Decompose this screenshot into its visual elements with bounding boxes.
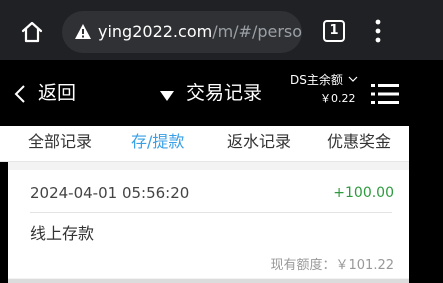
record-balance: 现有额度：￥101.22 [270, 258, 395, 273]
page: ying2022.com/m/#/person 1 返回 交易记录 DS主余额 … [0, 0, 443, 283]
balance-label[interactable]: DS主余额 [290, 73, 343, 88]
home-icon[interactable] [20, 20, 44, 44]
divider [8, 279, 409, 283]
tab-switcher-button[interactable]: 1 [323, 20, 345, 42]
divider [30, 212, 392, 213]
menu-icon[interactable] [371, 82, 399, 106]
url-text[interactable]: ying2022.com/m/#/person [98, 22, 302, 42]
tab-deposit-withdrawal[interactable]: 存/提款 [131, 126, 184, 162]
chevron-left-icon[interactable] [14, 84, 26, 104]
page-edge [409, 126, 443, 283]
balance-amount: ￥0.22 [320, 92, 356, 105]
record-amount: +100.00 [333, 185, 394, 201]
record-type: 线上存款 [30, 224, 95, 243]
browser-toolbar: ying2022.com/m/#/person 1 [0, 0, 443, 60]
page-title[interactable]: 交易记录 [186, 81, 262, 105]
tab-rebate-records[interactable]: 返水记录 [227, 126, 291, 162]
list-item[interactable]: 2024-04-01 05:56:20 +100.00 线上存款 现有额度：￥1… [8, 170, 409, 278]
url-path: /m/#/person [212, 22, 302, 41]
record-time: 2024-04-01 05:56:20 [30, 184, 190, 202]
url-host: ying2022.com [98, 22, 213, 41]
record-list: 2024-04-01 05:56:20 +100.00 线上存款 现有额度：￥1… [8, 162, 409, 283]
chevron-down-icon[interactable] [348, 76, 358, 83]
tab-bonus[interactable]: 优惠奖金 [327, 126, 391, 162]
caret-down-icon[interactable] [159, 90, 175, 102]
warning-icon[interactable] [74, 23, 92, 41]
back-button[interactable]: 返回 [38, 81, 76, 105]
record-tabs: 全部记录 存/提款 返水记录 优惠奖金 [0, 126, 409, 162]
tab-all-records[interactable]: 全部记录 [28, 126, 92, 162]
address-bar[interactable]: ying2022.com/m/#/person [62, 11, 302, 53]
more-options-icon[interactable] [372, 18, 384, 44]
app-header: 返回 交易记录 DS主余额 ￥0.22 [0, 60, 443, 126]
